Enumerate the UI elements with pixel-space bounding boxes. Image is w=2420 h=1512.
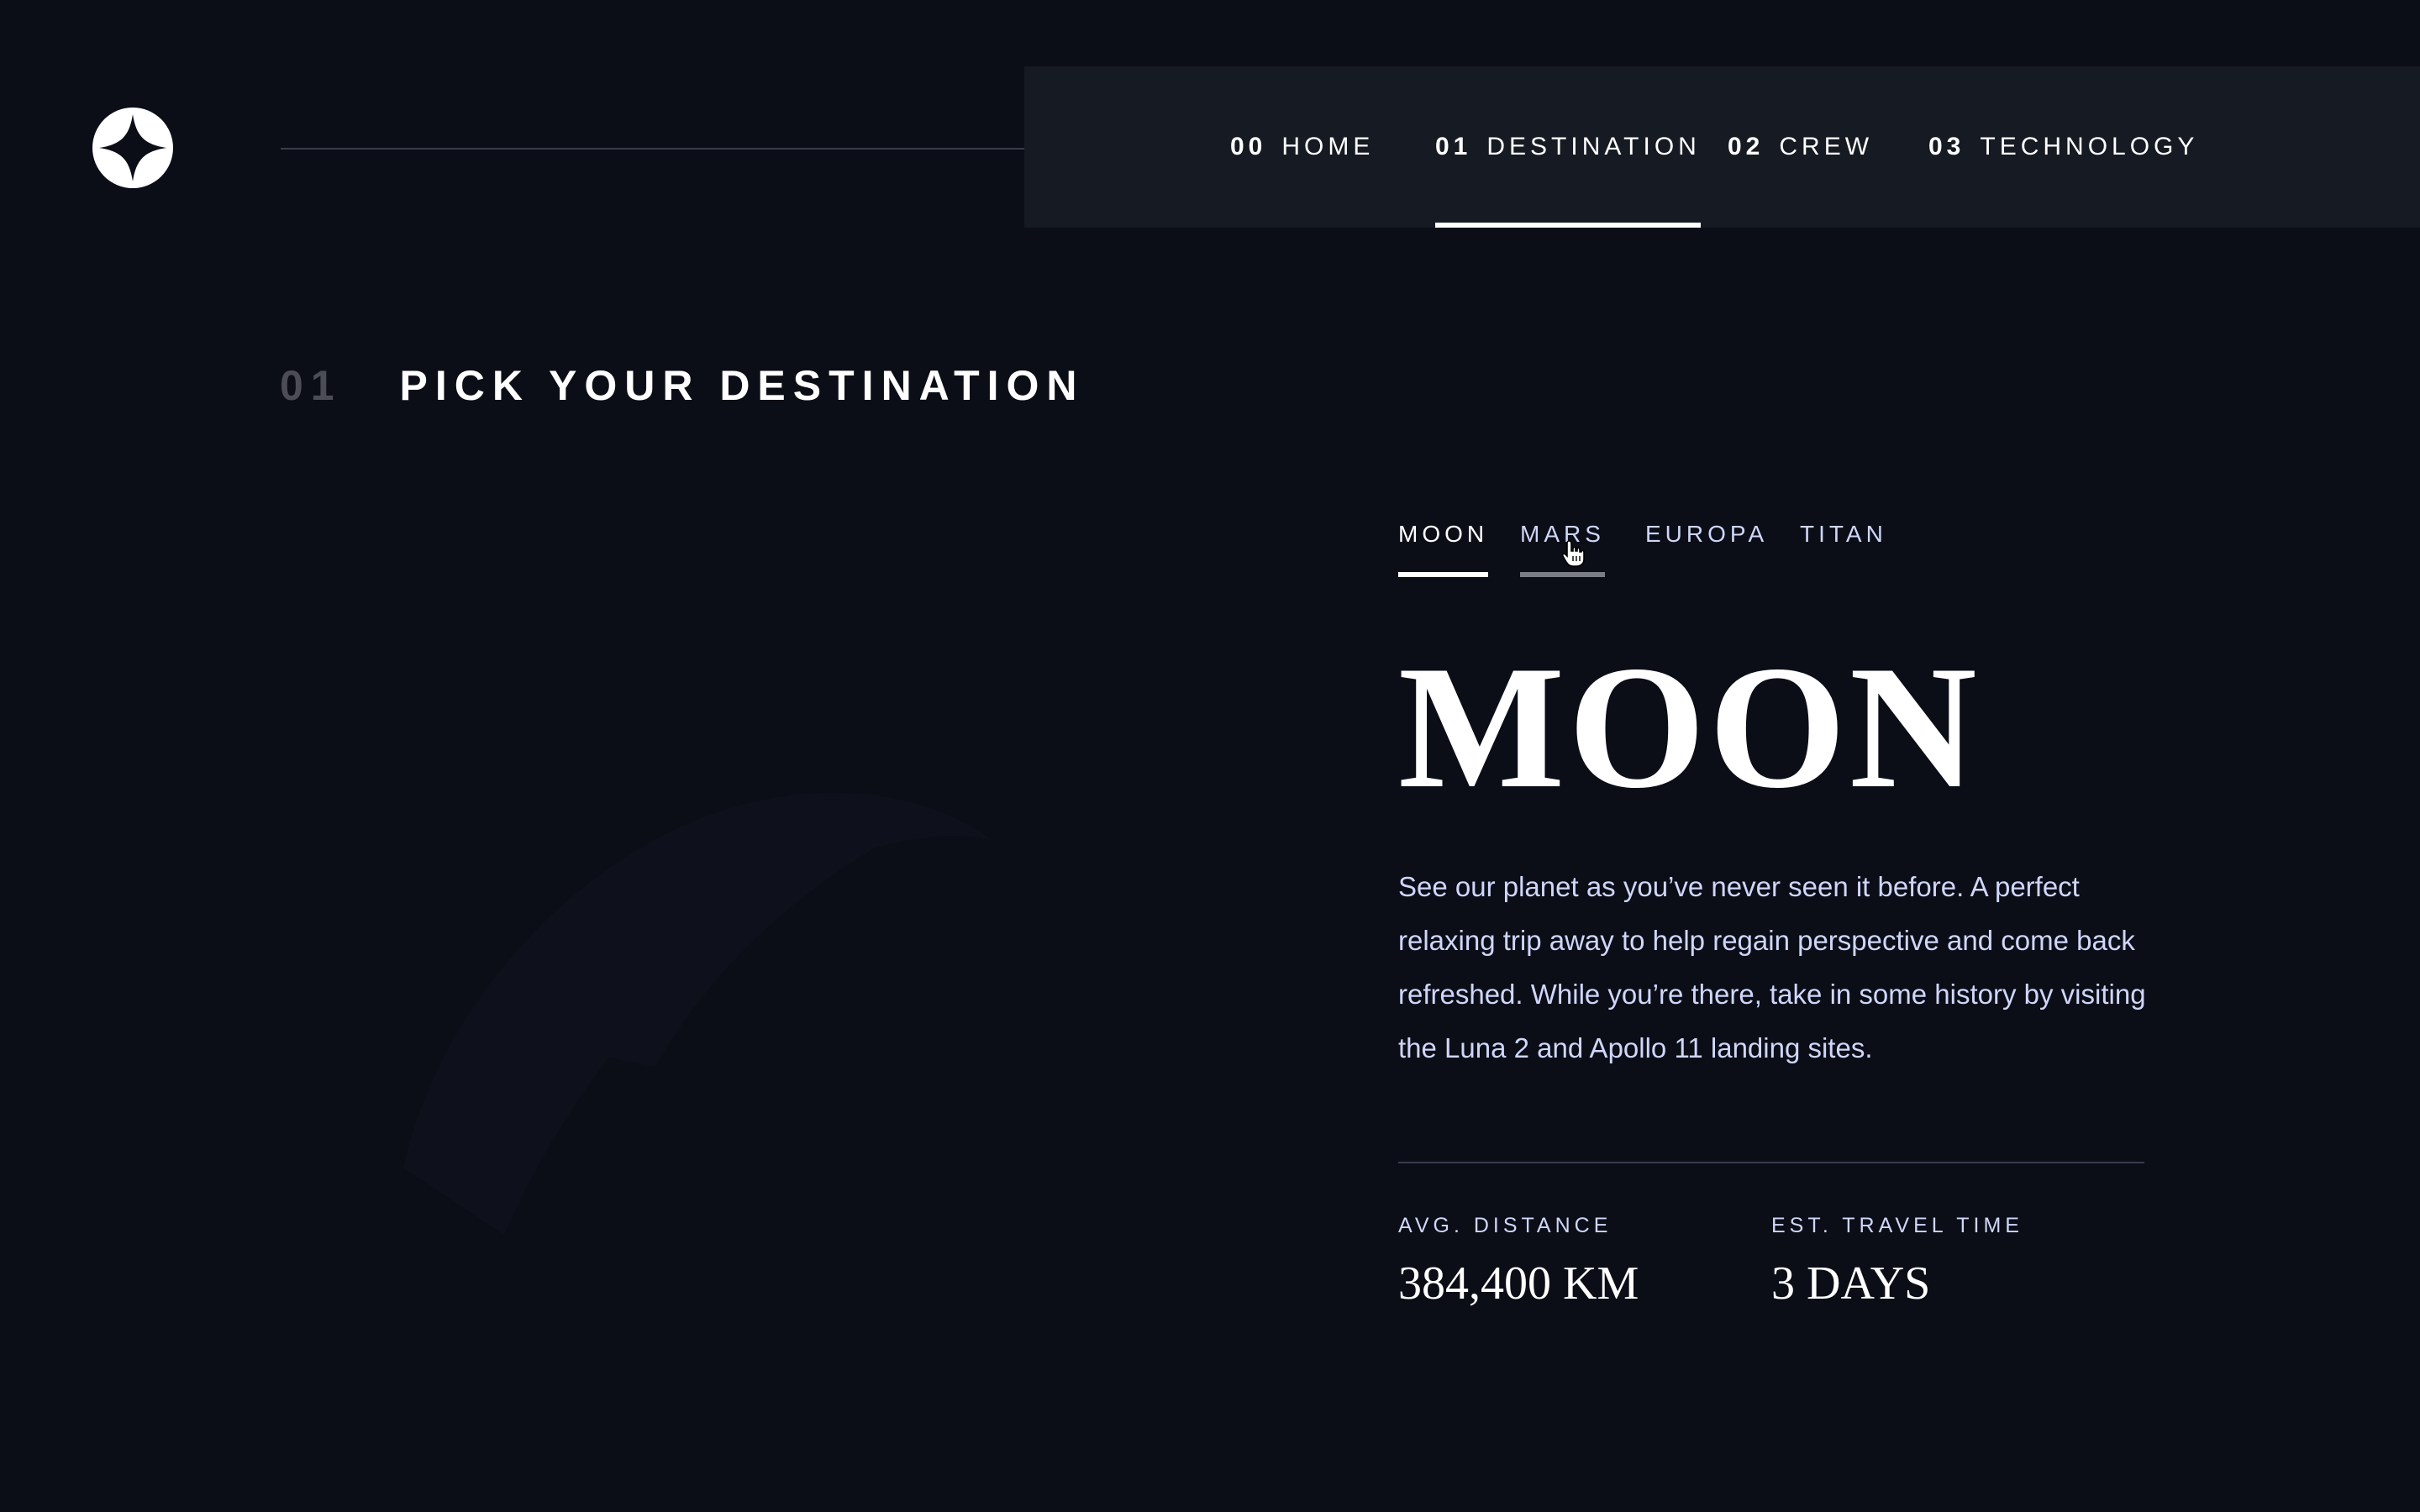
- tab-europa[interactable]: EUROPA: [1645, 521, 1768, 548]
- nav-item-technology[interactable]: 03 TECHNOLOGY: [1928, 66, 2198, 228]
- destination-name: MOON: [1398, 630, 1981, 825]
- primary-nav: 00 HOME 01 DESTINATION 02 CREW 03 TECHNO…: [1024, 66, 2420, 228]
- tab-label: EUROPA: [1645, 521, 1769, 547]
- nav-item-label: CREW: [1779, 133, 1874, 160]
- stat-distance-label: AVG. DISTANCE: [1398, 1214, 1612, 1237]
- nav-item-number: 01: [1435, 133, 1472, 160]
- nav-item-number: 03: [1928, 133, 1965, 160]
- stat-distance-value: 384,400 KM: [1398, 1257, 1639, 1310]
- moon-image: [403, 792, 992, 1235]
- nav-item-destination[interactable]: 01 DESTINATION: [1435, 66, 1701, 228]
- header-divider-line: [281, 148, 1076, 150]
- tab-label: MOON: [1398, 521, 1489, 547]
- stats-divider: [1398, 1162, 2144, 1163]
- nav-item-home[interactable]: 00 HOME: [1230, 66, 1374, 228]
- tab-active-indicator: [1398, 572, 1489, 577]
- stat-distance: AVG. DISTANCE 384,400 KM: [1398, 1214, 1639, 1310]
- nav-item-label: DESTINATION: [1486, 133, 1701, 160]
- tab-titan[interactable]: TITAN: [1800, 521, 1887, 548]
- page-title: 01 PICK YOUR DESTINATION: [280, 361, 1085, 410]
- nav-item-number: 00: [1230, 133, 1267, 160]
- hand-pointer-icon: [1561, 540, 1585, 567]
- stat-travel-time: EST. TRAVEL TIME 3 DAYS: [1771, 1214, 2023, 1310]
- page-title-label: PICK YOUR DESTINATION: [399, 362, 1085, 409]
- stat-travel-label: EST. TRAVEL TIME: [1771, 1214, 2023, 1237]
- stat-travel-value: 3 DAYS: [1771, 1257, 1931, 1310]
- nav-item-crew[interactable]: 02 CREW: [1728, 66, 1873, 228]
- tab-label: TITAN: [1800, 521, 1887, 547]
- destination-description: See our planet as you’ve never seen it b…: [1398, 871, 2146, 1063]
- tab-moon[interactable]: MOON: [1398, 521, 1489, 577]
- nav-active-indicator: [1435, 223, 1701, 228]
- tab-hover-indicator: [1520, 572, 1605, 577]
- star-logo-icon[interactable]: [92, 108, 173, 188]
- nav-item-number: 02: [1728, 133, 1765, 160]
- page-title-number: 01: [280, 362, 342, 409]
- nav-item-label: HOME: [1281, 133, 1375, 160]
- nav-item-label: TECHNOLOGY: [1980, 133, 2199, 160]
